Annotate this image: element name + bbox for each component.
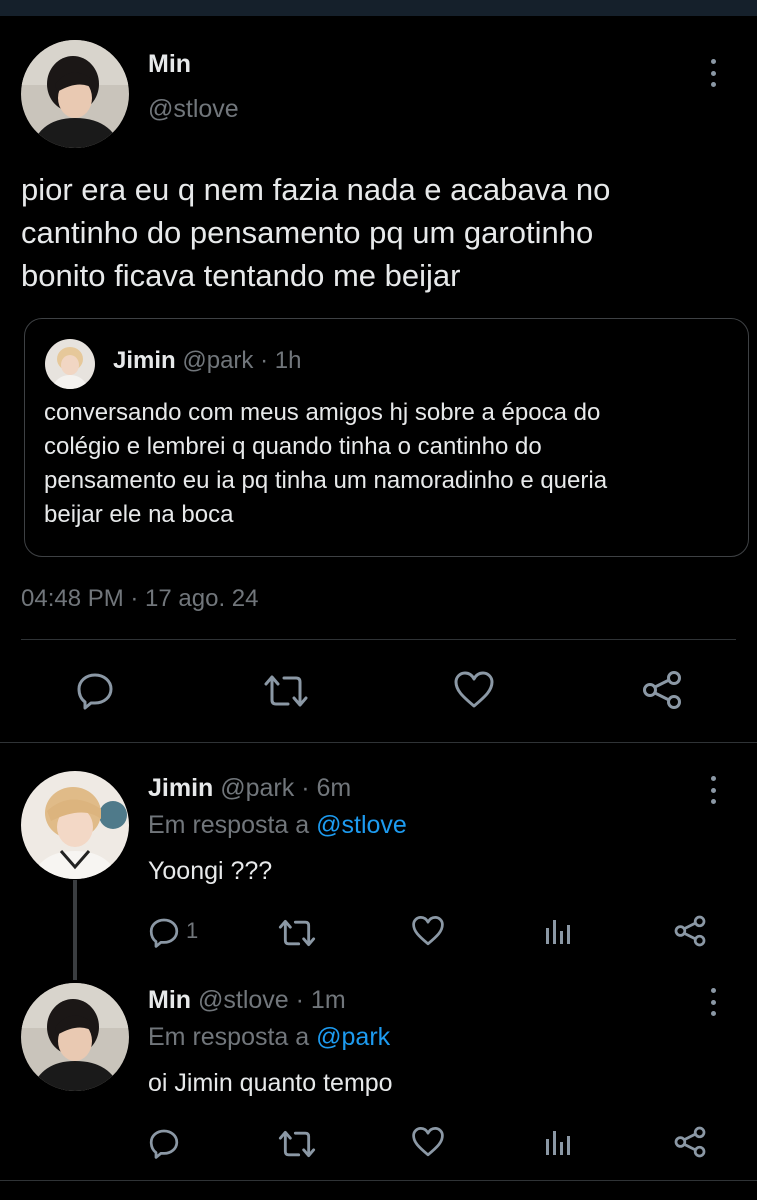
reply-context-prefix: Em resposta a [148, 811, 310, 839]
thread-line [73, 880, 77, 980]
author-handle[interactable]: @stlove [148, 95, 239, 124]
reply-context: Em resposta a @park [148, 1023, 390, 1052]
retweet-icon[interactable] [262, 672, 310, 710]
reply-author-name[interactable]: Jimin [148, 774, 213, 802]
like-icon[interactable] [453, 670, 495, 710]
like-icon[interactable] [411, 1126, 445, 1158]
reply-to-handle[interactable]: @park [316, 1023, 390, 1051]
tweet-text-line: pior era eu q nem fazia nada e acabava n… [21, 172, 611, 207]
status-bar-strip [0, 0, 757, 16]
reply-icon[interactable] [148, 916, 180, 948]
quoted-author-handle: @park [182, 347, 254, 374]
reply-avatar[interactable] [21, 983, 129, 1091]
retweet-icon[interactable] [277, 1128, 317, 1160]
divider [0, 1180, 757, 1181]
quoted-tweet[interactable]: Jimin @park · 1h conversando com meus am… [24, 318, 749, 557]
reply-count: 1 [186, 918, 199, 943]
reply-text: oi Jimin quanto tempo [148, 1069, 393, 1097]
reply-icon[interactable] [148, 1127, 180, 1159]
quoted-text-line: beijar ele na boca [44, 501, 234, 528]
more-options-icon[interactable] [701, 776, 725, 804]
tweet-text-line: cantinho do pensamento pq um garotinho [21, 215, 594, 250]
reply-time: · 1m [295, 986, 346, 1014]
reply-icon[interactable] [75, 670, 115, 710]
reply-context-prefix: Em resposta a [148, 1023, 310, 1051]
divider [21, 639, 736, 640]
reply-avatar[interactable] [21, 771, 129, 879]
share-icon[interactable] [673, 915, 707, 947]
reply-text: Yoongi ??? [148, 857, 273, 885]
analytics-icon[interactable] [544, 916, 574, 946]
reply-header: Min @stlove · 1m [148, 986, 346, 1015]
share-icon[interactable] [673, 1126, 707, 1158]
reply-author-handle[interactable]: @stlove [198, 986, 289, 1014]
divider [0, 742, 757, 743]
reply-time: · 6m [301, 774, 352, 802]
quoted-text-line: conversando com meus amigos hj sobre a é… [44, 399, 601, 426]
tweet-text-line: bonito ficava tentando me beijar [21, 258, 461, 293]
quoted-header: Jimin @park · 1h [113, 347, 301, 375]
author-name[interactable]: Min [148, 50, 191, 79]
quoted-text-line: colégio e lembrei q quando tinha o canti… [44, 433, 542, 460]
reply-author-name[interactable]: Min [148, 986, 191, 1014]
more-options-icon[interactable] [701, 988, 725, 1016]
analytics-icon[interactable] [544, 1127, 574, 1157]
like-icon[interactable] [411, 915, 445, 947]
author-avatar[interactable] [21, 40, 129, 148]
reply-header: Jimin @park · 6m [148, 774, 351, 803]
quoted-time: · 1h [260, 347, 302, 374]
retweet-icon[interactable] [277, 917, 317, 949]
tweet-timestamp[interactable]: 04:48 PM · 17 ago. 24 [21, 585, 259, 613]
share-icon[interactable] [641, 670, 683, 710]
tweet-text: pior era eu q nem fazia nada e acabava n… [21, 168, 741, 297]
quoted-text-line: pensamento eu ia pq tinha um namoradinho… [44, 467, 608, 494]
reply-to-handle[interactable]: @stlove [316, 811, 407, 839]
more-options-icon[interactable] [701, 59, 725, 87]
quoted-author-avatar [45, 339, 95, 389]
quoted-text: conversando com meus amigos hj sobre a é… [44, 396, 734, 532]
reply-author-handle[interactable]: @park [220, 774, 294, 802]
quoted-author-name: Jimin [113, 347, 176, 374]
reply-context: Em resposta a @stlove [148, 811, 407, 840]
